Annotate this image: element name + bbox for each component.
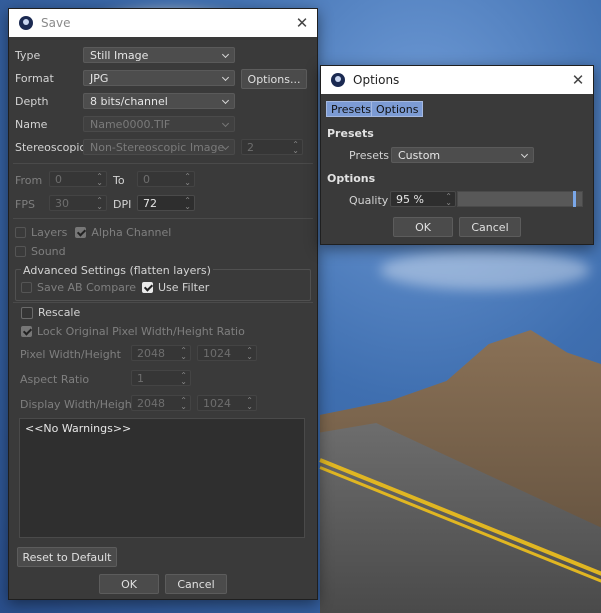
quality-stepper[interactable]: 95 % [390, 189, 456, 210]
aspect-ratio-stepper[interactable]: 1 [131, 368, 191, 389]
aspect-ratio-label: Aspect Ratio [20, 373, 90, 386]
rescale-row: Rescale [21, 306, 80, 319]
app-logo-icon [331, 73, 345, 87]
quality-slider[interactable] [457, 191, 583, 207]
presets-header: Presets [327, 127, 374, 140]
dpi-label: DPI [113, 198, 132, 211]
tab-presets[interactable]: Presets [326, 101, 377, 117]
options-title: Options [353, 73, 400, 87]
from-label: From [15, 174, 43, 187]
quality-slider-handle[interactable] [573, 191, 576, 207]
stereoscopic-dropdown[interactable]: Non-Stereoscopic Image [83, 139, 235, 155]
sound-checkbox[interactable] [15, 246, 26, 257]
close-icon[interactable]: ✕ [287, 14, 317, 32]
dpi-stepper[interactable]: 72 [137, 193, 195, 214]
lock-ratio-checkbox[interactable] [21, 326, 32, 337]
name-dropdown[interactable]: Name0000.TIF [83, 116, 235, 132]
type-label: Type [15, 49, 41, 62]
stereoscopic-count-stepper[interactable]: 2 [241, 137, 303, 158]
alpha-channel-label: Alpha Channel [91, 226, 172, 239]
divider [13, 163, 313, 164]
format-options-button[interactable]: Options... [241, 69, 307, 89]
tab-options[interactable]: Options [371, 101, 424, 117]
pixel-wh-label: Pixel Width/Height [20, 348, 121, 361]
rescale-checkbox[interactable] [21, 306, 33, 319]
save-ab-compare-checkbox[interactable] [21, 282, 32, 293]
advanced-settings-label: Advanced Settings (flatten layers) [21, 264, 213, 277]
pixel-width-stepper[interactable]: 2048 [131, 343, 191, 364]
pixel-height-stepper[interactable]: 1024 [197, 343, 257, 364]
to-stepper[interactable]: 0 [137, 169, 195, 190]
depth-label: Depth [15, 95, 49, 108]
cloud [380, 250, 590, 290]
save-dialog: Save ✕ Type Still Image Format JPG Optio… [8, 8, 318, 600]
fps-stepper[interactable]: 30 [49, 193, 107, 214]
use-filter-label: Use Filter [157, 281, 210, 294]
display-wh-label: Display Width/Height [20, 398, 137, 411]
to-label: To [113, 174, 125, 187]
save-ab-compare-label: Save AB Compare [37, 281, 136, 294]
sound-label: Sound [31, 245, 66, 258]
type-dropdown[interactable]: Still Image [83, 47, 235, 63]
save-cancel-button[interactable]: Cancel [165, 574, 227, 594]
display-height-stepper[interactable]: 1024 [197, 393, 257, 414]
save-ok-button[interactable]: OK [99, 574, 159, 594]
advanced-row: Save AB Compare Use Filter [21, 281, 209, 294]
depth-dropdown[interactable]: 8 bits/channel [83, 93, 235, 109]
rescale-label: Rescale [38, 306, 81, 319]
save-titlebar: Save ✕ [9, 9, 317, 37]
divider [13, 218, 313, 219]
layers-row: Layers Alpha Channel [15, 226, 171, 239]
lock-ratio-row: Lock Original Pixel Width/Height Ratio [21, 325, 245, 338]
divider [13, 302, 313, 303]
stereoscopic-label: Stereoscopic [15, 141, 86, 154]
presets-label: Presets [349, 149, 390, 162]
lock-ratio-label: Lock Original Pixel Width/Height Ratio [37, 325, 245, 338]
options-cancel-button[interactable]: Cancel [459, 217, 521, 237]
format-label: Format [15, 72, 54, 85]
options-ok-button[interactable]: OK [393, 217, 453, 237]
layers-label: Layers [31, 226, 68, 239]
reset-to-default-button[interactable]: Reset to Default [17, 547, 117, 567]
options-dialog: Options ✕ Presets Options Presets Preset… [320, 65, 594, 245]
from-stepper[interactable]: 0 [49, 169, 107, 190]
options-header: Options [327, 172, 376, 185]
layers-checkbox[interactable] [15, 227, 26, 238]
name-label: Name [15, 118, 48, 131]
quality-label: Quality [349, 194, 389, 207]
display-width-stepper[interactable]: 2048 [131, 393, 191, 414]
options-titlebar: Options ✕ [321, 66, 593, 94]
alpha-channel-checkbox[interactable] [75, 227, 87, 238]
sound-row: Sound [15, 245, 66, 258]
fps-label: FPS [15, 198, 35, 211]
close-icon[interactable]: ✕ [563, 71, 593, 89]
save-title: Save [41, 16, 71, 30]
use-filter-checkbox[interactable] [141, 282, 153, 293]
presets-dropdown[interactable]: Custom [391, 147, 534, 163]
format-dropdown[interactable]: JPG [83, 70, 235, 86]
app-logo-icon [19, 16, 33, 30]
warnings-box: <<No Warnings>> [19, 418, 305, 538]
